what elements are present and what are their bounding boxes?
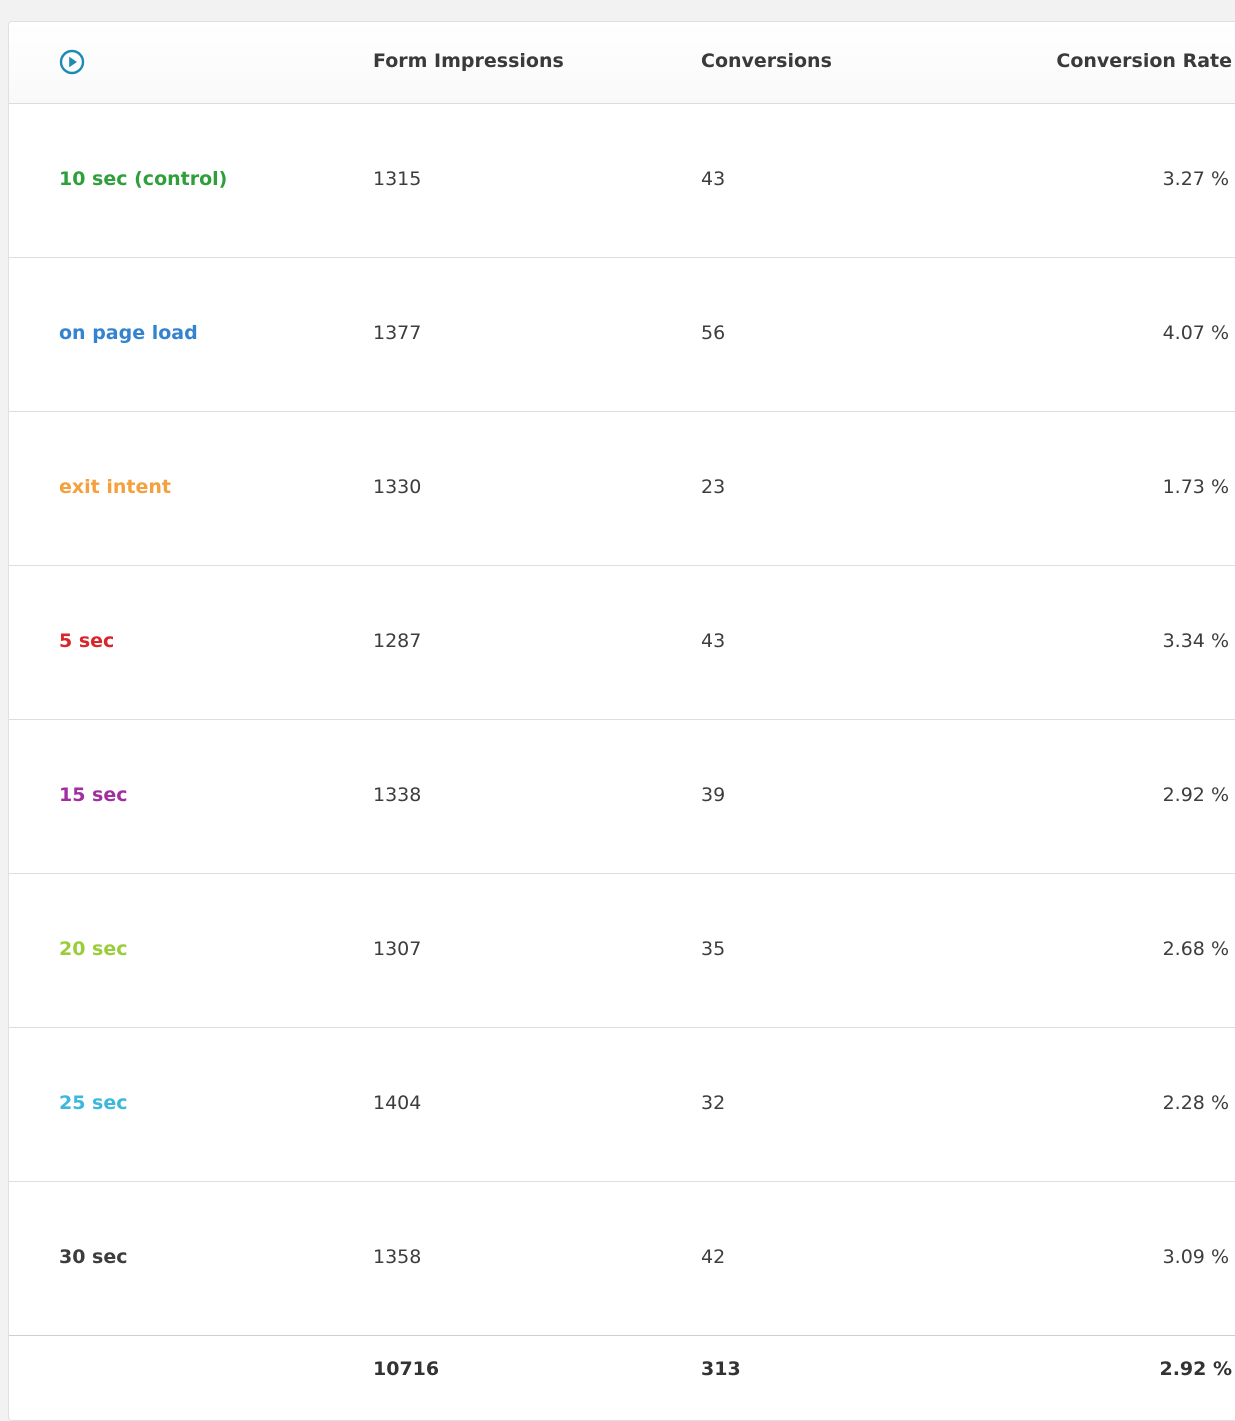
variant-name: 5 sec bbox=[59, 630, 115, 652]
table-row: 30 sec 1358 42 3.09 % bbox=[9, 1182, 1235, 1336]
rate-value: 2.28 % bbox=[1162, 1092, 1229, 1114]
rate-value: 2.68 % bbox=[1162, 938, 1229, 960]
conversions-value: 35 bbox=[701, 938, 726, 960]
rate-value: 4.07 % bbox=[1162, 322, 1229, 344]
table-row: 15 sec 1338 39 2.92 % bbox=[9, 720, 1235, 874]
variant-name: on page load bbox=[59, 322, 198, 344]
table-row: 20 sec 1307 35 2.68 % bbox=[9, 874, 1235, 1028]
header-form-impressions[interactable]: Form Impressions bbox=[373, 50, 564, 72]
variant-name: 25 sec bbox=[59, 1092, 128, 1114]
conversions-value: 42 bbox=[701, 1246, 726, 1268]
variant-name: 10 sec (control) bbox=[59, 168, 228, 190]
total-conversions: 313 bbox=[701, 1358, 741, 1380]
conversions-value: 39 bbox=[701, 784, 726, 806]
results-table: Form Impressions Conversions Conversion … bbox=[8, 21, 1235, 1421]
rate-value: 1.73 % bbox=[1162, 476, 1229, 498]
impressions-value: 1330 bbox=[373, 476, 422, 498]
table-row: 10 sec (control) 1315 43 3.27 % bbox=[9, 104, 1235, 258]
rate-value: 3.27 % bbox=[1162, 168, 1229, 190]
impressions-value: 1404 bbox=[373, 1092, 422, 1114]
header-conversion-rate[interactable]: Conversion Rate bbox=[1056, 50, 1232, 72]
rate-value: 3.09 % bbox=[1162, 1246, 1229, 1268]
table-row: on page load 1377 56 4.07 % bbox=[9, 258, 1235, 412]
impressions-value: 1287 bbox=[373, 630, 422, 652]
header-conversions[interactable]: Conversions bbox=[701, 50, 832, 72]
rate-value: 3.34 % bbox=[1162, 630, 1229, 652]
conversions-value: 43 bbox=[701, 630, 726, 652]
impressions-value: 1358 bbox=[373, 1246, 422, 1268]
table-row: exit intent 1330 23 1.73 % bbox=[9, 412, 1235, 566]
impressions-value: 1377 bbox=[373, 322, 422, 344]
play-icon[interactable] bbox=[59, 49, 85, 75]
variant-name: 15 sec bbox=[59, 784, 128, 806]
impressions-value: 1315 bbox=[373, 168, 422, 190]
variant-name: 30 sec bbox=[59, 1246, 128, 1268]
rate-value: 2.92 % bbox=[1162, 784, 1229, 806]
conversions-value: 32 bbox=[701, 1092, 726, 1114]
impressions-value: 1338 bbox=[373, 784, 422, 806]
variant-name: 20 sec bbox=[59, 938, 128, 960]
table-row: 5 sec 1287 43 3.34 % bbox=[9, 566, 1235, 720]
totals-row: 10716 313 2.92 % bbox=[9, 1335, 1235, 1415]
total-impressions: 10716 bbox=[373, 1358, 440, 1380]
impressions-value: 1307 bbox=[373, 938, 422, 960]
total-rate: 2.92 % bbox=[1159, 1358, 1232, 1380]
conversions-value: 43 bbox=[701, 168, 726, 190]
table-row: 25 sec 1404 32 2.28 % bbox=[9, 1028, 1235, 1182]
variant-name: exit intent bbox=[59, 476, 171, 498]
table-header: Form Impressions Conversions Conversion … bbox=[9, 22, 1235, 104]
conversions-value: 56 bbox=[701, 322, 726, 344]
conversions-value: 23 bbox=[701, 476, 726, 498]
